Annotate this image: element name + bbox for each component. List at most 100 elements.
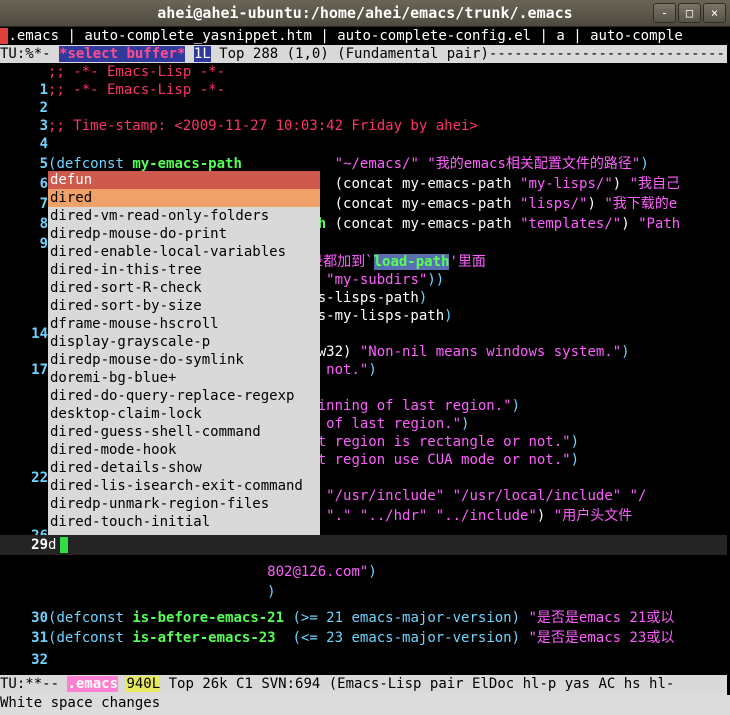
- code-line[interactable]: ): [0, 583, 730, 603]
- mode-line-buffer-name[interactable]: *select buffer*: [59, 46, 186, 62]
- code-line[interactable]: 3;; Time-stamp: <2009-11-27 10:03:42 Fri…: [0, 117, 730, 137]
- minimize-button[interactable]: -: [653, 3, 676, 23]
- code-token: "/: [629, 488, 647, 504]
- tab-active[interactable]: ..emacs: [0, 28, 60, 44]
- completion-item[interactable]: dired-lis-isearch-exit-command: [48, 477, 320, 495]
- code-token: "/usr/local/include": [452, 488, 622, 504]
- code-token: (concat my-emacs-path: [292, 196, 521, 212]
- code-token: "我自己: [629, 176, 681, 192]
- completion-item[interactable]: display-grayscale-p: [48, 333, 320, 351]
- completion-item[interactable]: dired-vm-read-only-folders: [48, 207, 320, 225]
- code-token: defconst: [56, 610, 124, 626]
- mode-line-line-count: 1L: [193, 46, 211, 62]
- code-token: "lisps/": [520, 196, 588, 212]
- current-line-number: 29: [31, 537, 48, 553]
- mode-line-buffer-name[interactable]: .emacs: [67, 676, 119, 692]
- code-token: "my-lisps/": [520, 176, 613, 192]
- tab-3[interactable]: a: [556, 28, 564, 44]
- mode-line-prefix: TU:**--: [0, 676, 68, 692]
- code-token: is-after-emacs-23: [132, 630, 276, 646]
- code-token: "是否是emacs 23或以: [528, 630, 675, 646]
- current-line-highlight: [0, 535, 730, 555]
- code-line[interactable]: 30 (defconst is-before-emacs-21 (>= 21 em…: [0, 609, 730, 629]
- code-token: ): [612, 176, 630, 192]
- code-token: ): [267, 584, 276, 600]
- tab-2[interactable]: auto-complete-config.el: [337, 28, 531, 44]
- line-number: 14: [31, 326, 48, 342]
- completion-item[interactable]: dired-do-query-replace-regexp: [48, 387, 320, 405]
- maximize-button[interactable]: □: [678, 3, 701, 23]
- code-token: "Path: [638, 216, 681, 232]
- code-token: defconst: [56, 156, 124, 172]
- line-code: (defconst is-after-emacs-23 (<= 23 emacs…: [48, 629, 674, 647]
- top-mode-line: TU:%*- *select buffer* 1L Top 288 (1,0) …: [0, 45, 730, 63]
- completion-item[interactable]: dired-sort-R-check: [48, 279, 320, 297]
- completion-item[interactable]: dframe-mouse-hscroll: [48, 315, 320, 333]
- tab-1[interactable]: auto-complete_yasnippet.htm: [84, 28, 312, 44]
- tab-label: .emacs: [8, 28, 60, 44]
- code-line[interactable]: 802@126.com"): [0, 563, 730, 583]
- code-token: "../hdr": [359, 508, 428, 524]
- code-token: (<= 23 emacs-major-version): [275, 630, 529, 646]
- code-token: defconst: [56, 630, 124, 646]
- mode-line-prefix: TU:%*-: [0, 46, 60, 62]
- code-token: ;; Time-stamp: <2009-11-27 10:03:42 Frid…: [48, 118, 478, 134]
- header-comment: ;; -*- Emacs-Lisp -*-: [48, 64, 226, 80]
- code-token: "Non-nil means windows system.": [359, 344, 622, 360]
- code-token: '里面: [449, 254, 486, 270]
- code-token: 802@126.com": [267, 564, 369, 580]
- code-token: "templates/": [520, 216, 622, 232]
- echo-area: White space changes: [0, 693, 730, 715]
- line-number: 9: [39, 236, 48, 252]
- completion-item[interactable]: dired-touch-initial: [48, 513, 320, 531]
- code-line[interactable]: 32: [0, 651, 730, 671]
- code-token: ): [536, 508, 554, 524]
- line-number: 22: [31, 470, 48, 486]
- code-line[interactable]: 4: [0, 135, 730, 155]
- completion-item[interactable]: doremi-bg-blue+: [48, 369, 320, 387]
- completion-item[interactable]: defun: [48, 171, 320, 189]
- code-token: ;; -*- Emacs-Lisp -*-: [48, 82, 226, 98]
- window-titlebar[interactable]: ahei@ahei-ubuntu:/home/ahei/emacs/trunk/…: [0, 0, 730, 27]
- line-number: 17: [31, 362, 48, 378]
- completion-item[interactable]: dired-in-this-tree: [48, 261, 320, 279]
- completion-item[interactable]: diredp-unmark-region-files: [48, 495, 320, 513]
- tabbar: ..emacs | auto-complete_yasnippet.htm | …: [0, 27, 730, 45]
- code-token: "~/emacs/": [334, 156, 419, 172]
- completion-item[interactable]: dired-sort-by-size: [48, 297, 320, 315]
- line-number: 2: [39, 100, 48, 116]
- tab-4[interactable]: auto-comple: [590, 28, 683, 44]
- mode-line-info: Top 288 (1,0) (Fundamental pair)--------…: [219, 46, 730, 62]
- current-line-text[interactable]: d: [48, 536, 56, 554]
- completion-item[interactable]: diredp-mouse-do-symlink: [48, 351, 320, 369]
- line-number: 7: [39, 196, 48, 212]
- window-controls: - □ ×: [653, 3, 726, 23]
- code-token: "Last region use CUA mode or not.": [284, 452, 571, 468]
- line-number: 3: [39, 118, 48, 134]
- code-token: ): [640, 156, 649, 172]
- completion-item[interactable]: dired-guess-shell-command: [48, 423, 320, 441]
- completion-popup[interactable]: defun dired dired-vm-read-only-folders dire…: [48, 171, 320, 535]
- code-line[interactable]: 2: [0, 99, 730, 119]
- completion-item[interactable]: desktop-claim-lock: [48, 405, 320, 423]
- completion-item[interactable]: dired-mode-hook: [48, 441, 320, 459]
- line-number: 4: [39, 136, 48, 152]
- code-token: "我下载的e: [604, 196, 678, 212]
- code-token: ): [418, 290, 428, 306]
- code-line[interactable]: 1;; -*- Emacs-Lisp -*-: [0, 81, 730, 101]
- line-number: 8: [39, 216, 48, 232]
- code-token: ): [444, 308, 453, 324]
- code-token: ): [368, 564, 377, 580]
- completion-item[interactable]: dired-enable-local-variables: [48, 243, 320, 261]
- code-token: ): [461, 416, 470, 432]
- close-button[interactable]: ×: [703, 3, 726, 23]
- completion-item[interactable]: dired: [48, 189, 320, 207]
- line-number: 5: [39, 156, 48, 172]
- code-line[interactable]: 31 (defconst is-after-emacs-23 (<= 23 ema…: [0, 629, 730, 649]
- completion-item[interactable]: diredp-mouse-do-print: [48, 225, 320, 243]
- completion-item[interactable]: dired-details-show: [48, 459, 320, 477]
